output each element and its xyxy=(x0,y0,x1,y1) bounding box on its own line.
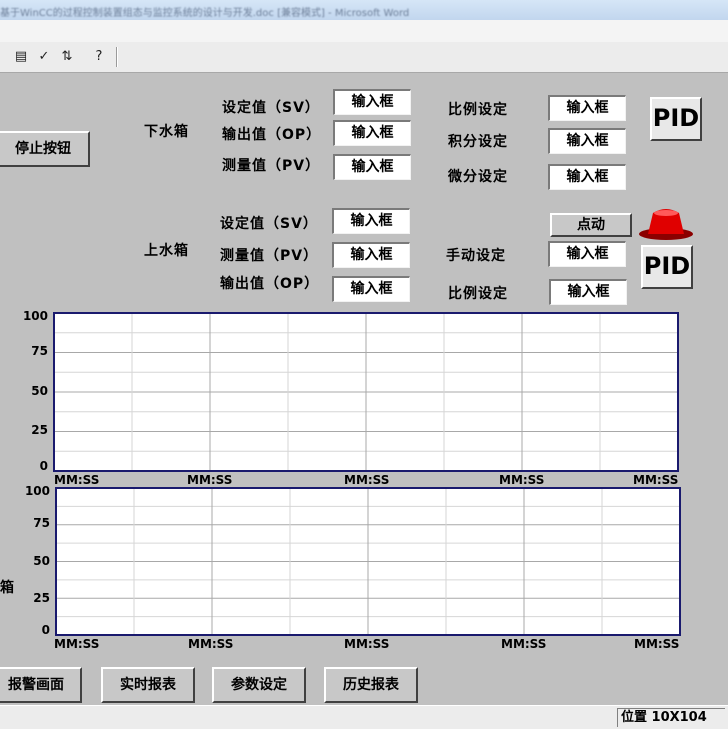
chart1-ytick: 25 xyxy=(31,423,48,437)
menu-bar xyxy=(0,20,728,43)
chart1-xtick: MM:SS xyxy=(187,473,233,487)
chart2-ytick: 50 xyxy=(33,554,50,568)
chart1-svg xyxy=(53,312,679,472)
chart2-ytick: 0 xyxy=(41,623,50,637)
chart2-plot xyxy=(54,486,682,637)
window-titlebar: 基于WinCC的过程控制装置组态与监控系统的设计与开发.doc [兼容模式] -… xyxy=(0,0,728,20)
lower-p-label: 比例设定 xyxy=(448,102,508,118)
hmi-canvas: 停止按钮 下水箱 设定值（SV） 输出值（OP） 测量值（PV） 输入框 输入框… xyxy=(0,73,728,705)
realtime-report-button[interactable]: 实时报表 xyxy=(101,667,195,703)
chart2-xtick: MM:SS xyxy=(188,637,234,651)
chart1-xtick: MM:SS xyxy=(344,473,390,487)
toolbar: ▤ ✓ ⇅ ? xyxy=(0,42,728,73)
chart1-ytick: 100 xyxy=(22,309,48,323)
chart1-ytick: 0 xyxy=(39,459,48,473)
chart2-svg xyxy=(55,487,681,636)
lower-op-label: 输出值（OP） xyxy=(222,127,322,143)
chart2-xtick: MM:SS xyxy=(344,637,390,651)
chart1-ytick: 50 xyxy=(31,384,48,398)
lower-pid-button[interactable]: PID xyxy=(650,97,702,141)
chart2-ytick: 100 xyxy=(24,484,50,498)
lower-sv-input[interactable]: 输入框 xyxy=(333,89,411,115)
upper-op-input[interactable]: 输入框 xyxy=(332,276,410,302)
chart2-xtick: MM:SS xyxy=(634,637,680,651)
chart1-xtick: MM:SS xyxy=(54,473,100,487)
upper-manual-label: 手动设定 xyxy=(446,248,506,264)
lower-i-input[interactable]: 输入框 xyxy=(548,128,626,154)
status-bar: 位置 10X104 xyxy=(0,705,728,729)
upper-sv-label: 设定值（SV） xyxy=(220,216,318,232)
help-glyph: ? xyxy=(95,49,103,64)
chart1-xtick: MM:SS xyxy=(499,473,545,487)
toolbar-separator xyxy=(116,47,118,67)
check-icon[interactable]: ✓ xyxy=(35,48,53,66)
lower-tank-title: 下水箱 xyxy=(144,124,189,140)
parameter-settings-button[interactable]: 参数设定 xyxy=(212,667,306,703)
upper-op-label: 输出值（OP） xyxy=(220,276,320,292)
chart2-ytick: 25 xyxy=(33,591,50,605)
upper-tank-title: 上水箱 xyxy=(144,243,189,259)
chart1-ytick: 75 xyxy=(31,344,48,358)
lower-op-input[interactable]: 输入框 xyxy=(333,120,411,146)
lower-d-input[interactable]: 输入框 xyxy=(548,164,626,190)
upper-p-input[interactable]: 输入框 xyxy=(549,279,627,305)
lower-pv-input[interactable]: 输入框 xyxy=(333,154,411,180)
help-pointer-icon[interactable]: ? xyxy=(90,48,108,66)
upper-manual-input[interactable]: 输入框 xyxy=(548,241,626,267)
chart1-xtick: MM:SS xyxy=(633,473,679,487)
chart2-xtick: MM:SS xyxy=(54,637,100,651)
lower-i-label: 积分设定 xyxy=(448,134,508,150)
alarm-light-icon xyxy=(639,209,693,240)
stop-button[interactable]: 停止按钮 xyxy=(0,131,90,167)
chart2-xtick: MM:SS xyxy=(501,637,547,651)
jog-button[interactable]: 点动 xyxy=(550,213,632,237)
lower-p-input[interactable]: 输入框 xyxy=(548,95,626,121)
alarm-screen-button[interactable]: 报警画面 xyxy=(0,667,82,703)
chart1-plot xyxy=(52,311,680,473)
chart2-ylabel: 水箱 xyxy=(0,580,14,596)
lower-sv-label: 设定值（SV） xyxy=(222,100,320,116)
window-title: 基于WinCC的过程控制装置组态与监控系统的设计与开发.doc [兼容模式] -… xyxy=(0,8,410,19)
sort-icon[interactable]: ⇅ xyxy=(58,48,76,66)
upper-pid-button[interactable]: PID xyxy=(641,245,693,289)
lower-pv-label: 测量值（PV） xyxy=(222,158,321,174)
status-position: 位置 10X104 xyxy=(617,708,725,727)
lower-d-label: 微分设定 xyxy=(448,169,508,185)
history-report-button[interactable]: 历史报表 xyxy=(324,667,418,703)
properties-icon[interactable]: ▤ xyxy=(12,48,30,66)
upper-pv-input[interactable]: 输入框 xyxy=(332,242,410,268)
upper-sv-input[interactable]: 输入框 xyxy=(332,208,410,234)
chart2-ytick: 75 xyxy=(33,516,50,530)
upper-p-label: 比例设定 xyxy=(448,286,508,302)
upper-pv-label: 测量值（PV） xyxy=(220,248,319,264)
